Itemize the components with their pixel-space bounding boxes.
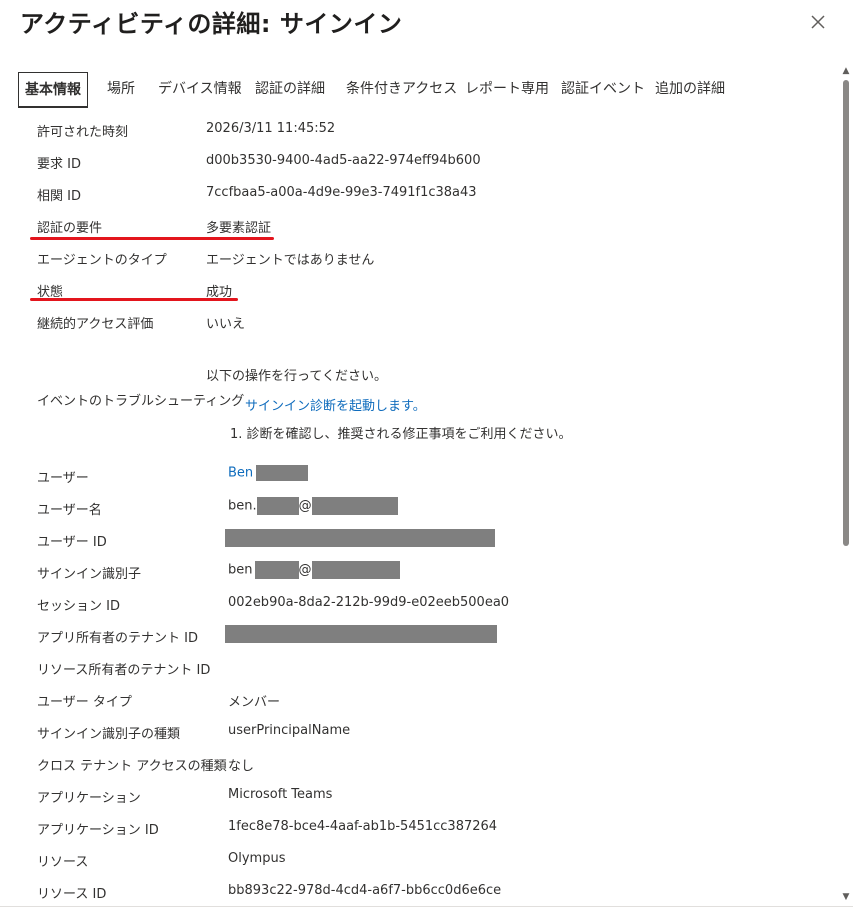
agent-type-value: エージェントではありません [206,253,375,268]
redacted-block [254,561,299,579]
application-value: Microsoft Teams [228,787,333,802]
identifier-type-value: userPrincipalName [228,723,351,738]
tab-auth-events[interactable]: 認証イベント [561,72,645,106]
redacted-block [256,497,299,515]
correlation-id-value: 7ccfbaa5-a00a-4d9e-99e3-7491f1c38a43 [206,185,477,200]
redacted-block [256,465,309,481]
identifier-type-label: サインイン識別子の種類 [37,727,181,742]
tab-additional-details[interactable]: 追加の詳細 [655,72,725,106]
signin-identifier-label: サインイン識別子 [37,567,142,582]
redacted-block [311,497,398,515]
signin-identifier-value: ben @ [228,561,400,579]
signin-identifier-prefix: ben [228,562,253,578]
session-id-value: 002eb90a-8da2-212b-99d9-e02eeb500ea0 [228,595,510,610]
resource-label: リソース [37,855,89,870]
resource-value: Olympus [228,851,286,866]
tab-report-only[interactable]: レポート専用 [465,72,549,106]
session-id-label: セッション ID [37,599,120,614]
tab-conditional-access[interactable]: 条件付きアクセス [346,72,457,106]
app-owner-tenant-label: アプリ所有者のテナント ID [37,631,198,646]
tab-location[interactable]: 場所 [107,72,135,106]
troubleshoot-step-1: 1. 診断を確認し、推奨される修正事項をご利用ください。 [230,427,572,442]
user-type-value: メンバー [228,695,281,710]
highlight-underline [30,298,238,301]
cross-tenant-value: なし [228,759,255,774]
tab-basic-info[interactable]: 基本情報 [18,72,88,108]
auth-requirement-label: 認証の要件 [37,221,103,236]
user-type-label: ユーザー タイプ [37,695,132,710]
cross-tenant-label: クロス テナント アクセスの種類 [37,759,227,774]
request-id-label: 要求 ID [37,157,81,172]
continuous-access-label: 継続的アクセス評価 [37,317,154,332]
resource-id-value: bb893c22-978d-4cd4-a6f7-bb6cc0d6e6ce [228,883,502,898]
user-link[interactable]: Ben [228,466,253,481]
auth-requirement-value: 多要素認証 [206,221,272,236]
user-value: Ben [228,465,309,481]
agent-type-label: エージェントのタイプ [37,253,167,268]
redacted-block [225,529,495,547]
user-id-label: ユーザー ID [37,535,107,550]
close-icon[interactable] [808,12,828,32]
scroll-down-icon[interactable]: ▼ [841,892,851,902]
resource-owner-tenant-label: リソース所有者のテナント ID [37,663,211,678]
username-at: @ [298,498,312,514]
highlight-underline [30,237,274,240]
troubleshoot-label: イベントのトラブルシューティング [37,394,245,409]
request-id-value: d00b3530-9400-4ad5-aa22-974eff94b600 [206,153,481,168]
application-label: アプリケーション [37,791,141,806]
user-id-value [225,529,495,547]
panel-title: アクティビティの詳細: サインイン [20,10,403,38]
username-label: ユーザー名 [37,503,102,518]
resource-id-label: リソース ID [37,887,107,902]
redacted-block [311,561,400,579]
troubleshoot-intro: 以下の操作を行ってください。 [206,369,387,384]
tab-auth-details[interactable]: 認証の詳細 [255,72,325,106]
tab-device-info[interactable]: デバイス情報 [158,72,242,106]
scrollbar-thumb[interactable] [843,80,849,546]
correlation-id-label: 相関 ID [37,189,81,204]
continuous-access-value: いいえ [206,317,246,332]
allowed-time-label: 許可された時刻 [37,125,129,140]
scroll-up-icon[interactable]: ▲ [841,66,851,76]
username-value: ben. @ [228,497,398,515]
username-prefix: ben. [228,498,257,514]
allowed-time-value: 2026/3/11 11:45:52 [206,121,336,136]
app-owner-tenant-value [225,625,497,643]
application-id-value: 1fec8e78-bce4-4aaf-ab1b-5451cc387264 [228,819,498,834]
signin-identifier-at: @ [298,562,312,578]
divider [0,906,853,907]
launch-diagnostics-link[interactable]: サインイン診断を起動します。 [245,395,426,414]
application-id-label: アプリケーション ID [37,823,159,838]
redacted-block [225,625,497,643]
user-label: ユーザー [37,471,89,486]
